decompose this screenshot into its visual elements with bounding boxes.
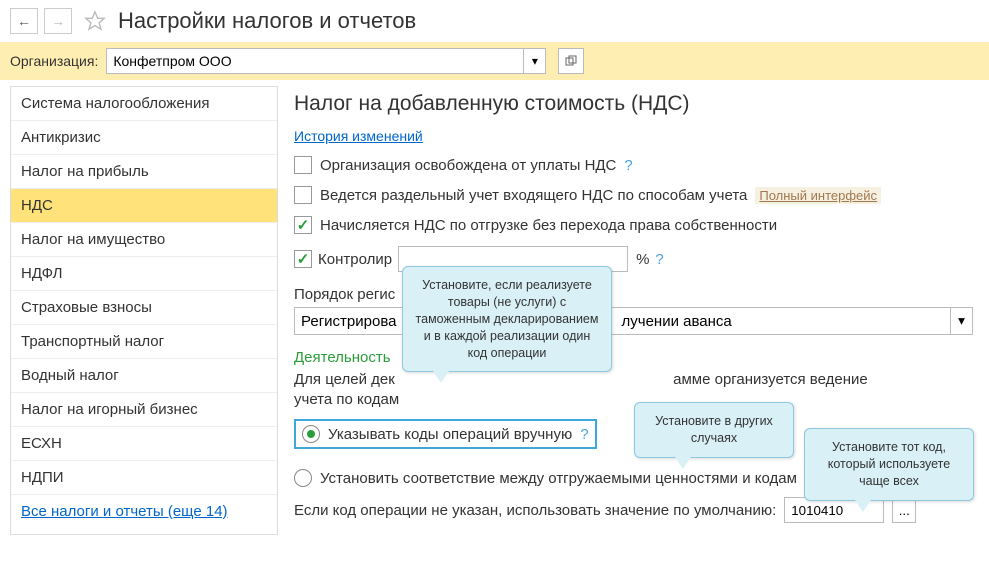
sidebar: Система налогообложения Антикризис Налог…	[10, 86, 278, 535]
sidebar-item-gambling-tax[interactable]: Налог на игорный бизнес	[11, 393, 277, 427]
callout-tooltip-3: Установите тот код, который используете …	[804, 428, 974, 501]
sidebar-item-insurance[interactable]: Страховые взносы	[11, 291, 277, 325]
sidebar-item-transport-tax[interactable]: Транспортный налог	[11, 325, 277, 359]
callout-tooltip-1: Установите, если реализуете товары (не у…	[402, 266, 612, 372]
control-checkbox[interactable]	[294, 250, 312, 268]
radio-mapping-label: Установить соответствие между отгружаемы…	[320, 470, 797, 487]
help-icon[interactable]: ?	[655, 251, 663, 268]
organization-dropdown-button[interactable]: ▾	[524, 48, 546, 74]
content-title: Налог на добавленную стоимость (НДС)	[294, 92, 973, 116]
organization-label: Организация:	[10, 53, 98, 69]
registration-label: Порядок регис	[294, 286, 973, 303]
radio-manual-label: Указывать коды операций вручную	[328, 426, 572, 443]
history-link[interactable]: История изменений	[294, 128, 423, 144]
radio-mapping[interactable]	[294, 469, 312, 487]
nav-back-button[interactable]: ←	[10, 8, 38, 34]
content-area: Налог на добавленную стоимость (НДС) Ист…	[278, 80, 989, 535]
exempt-checkbox[interactable]	[294, 156, 312, 174]
percent-label: %	[636, 251, 649, 268]
help-icon[interactable]: ?	[580, 426, 588, 443]
organization-input[interactable]	[106, 48, 524, 74]
favorite-star-icon[interactable]	[84, 10, 106, 32]
sidebar-item-profit-tax[interactable]: Налог на прибыль	[11, 155, 277, 189]
organization-bar: Организация: ▾	[0, 42, 989, 80]
default-code-picker-button[interactable]: ...	[892, 497, 916, 523]
split-checkbox[interactable]	[294, 186, 312, 204]
sidebar-all-taxes-link[interactable]: Все налоги и отчеты (еще 14)	[21, 503, 228, 520]
radio-manual-codes-row[interactable]: Указывать коды операций вручную ?	[294, 419, 597, 449]
sidebar-item-vat[interactable]: НДС	[11, 189, 277, 223]
sidebar-item-tax-system[interactable]: Система налогообложения	[11, 87, 277, 121]
registration-select[interactable]	[294, 307, 951, 335]
sidebar-item-ndpi[interactable]: НДПИ	[11, 461, 277, 495]
control-label: Контролир	[318, 251, 392, 268]
help-icon[interactable]: ?	[624, 157, 632, 174]
sidebar-item-ndfl[interactable]: НДФЛ	[11, 257, 277, 291]
shipment-label: Начисляется НДС по отгрузке без перехода…	[320, 217, 777, 234]
full-interface-badge[interactable]: Полный интерфейс	[755, 187, 881, 204]
open-icon	[565, 55, 577, 67]
shipment-checkbox[interactable]	[294, 216, 312, 234]
page-title: Настройки налогов и отчетов	[118, 8, 416, 34]
exempt-label: Организация освобождена от уплаты НДС	[320, 157, 616, 174]
nav-forward-button[interactable]: →	[44, 8, 72, 34]
activity-heading: Деятельность	[294, 349, 973, 366]
organization-open-button[interactable]	[558, 48, 584, 74]
sidebar-item-water-tax[interactable]: Водный налог	[11, 359, 277, 393]
radio-manual-codes[interactable]	[302, 425, 320, 443]
sidebar-item-eshn[interactable]: ЕСХН	[11, 427, 277, 461]
activity-description: Для целей дек амме организуется ведение …	[294, 370, 973, 409]
sidebar-item-anticrisis[interactable]: Антикризис	[11, 121, 277, 155]
split-label: Ведется раздельный учет входящего НДС по…	[320, 187, 747, 204]
registration-dropdown-button[interactable]: ▾	[951, 307, 973, 335]
default-code-label: Если код операции не указан, использоват…	[294, 502, 776, 519]
sidebar-item-property-tax[interactable]: Налог на имущество	[11, 223, 277, 257]
callout-tooltip-2: Установите в других случаях	[634, 402, 794, 458]
